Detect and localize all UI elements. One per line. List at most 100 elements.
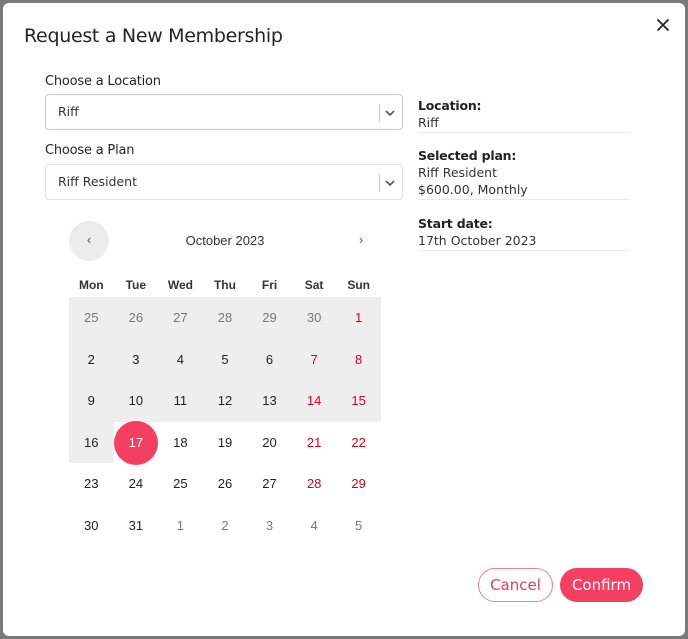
calendar-day-number: 29 bbox=[351, 476, 366, 491]
location-select[interactable]: Riff bbox=[45, 94, 403, 130]
calendar-day[interactable]: 23 bbox=[69, 463, 114, 505]
calendar-day[interactable]: 27 bbox=[158, 297, 203, 339]
calendar-day[interactable]: 12 bbox=[202, 380, 248, 422]
close-icon bbox=[657, 19, 669, 31]
modal-title: Request a New Membership bbox=[24, 25, 283, 47]
calendar-day-number: 21 bbox=[306, 434, 322, 450]
calendar-day[interactable]: 10 bbox=[113, 380, 159, 422]
calendar-day-number: 11 bbox=[173, 393, 188, 408]
weekday-label: Thu bbox=[213, 278, 236, 292]
calendar-day[interactable]: 16 bbox=[69, 421, 114, 463]
calendar-day[interactable]: 7 bbox=[291, 338, 337, 380]
calendar-day[interactable]: 15 bbox=[336, 380, 381, 422]
calendar-day[interactable]: 9 bbox=[69, 380, 114, 422]
calendar-month-label: October 2023 bbox=[185, 233, 265, 248]
calendar-day[interactable]: 2 bbox=[203, 505, 248, 547]
calendar-day[interactable]: 14 bbox=[291, 380, 337, 422]
cancel-button[interactable]: Cancel bbox=[478, 568, 553, 602]
calendar-day[interactable]: 27 bbox=[247, 463, 292, 505]
summary-start-date: Start date: 17th October 2023 bbox=[418, 216, 630, 251]
weekday-header: Mon Tue Wed Thu Fri Sat Sun bbox=[69, 273, 381, 297]
calendar-next-button[interactable]: › bbox=[341, 221, 381, 261]
calendar-day-number: 12 bbox=[217, 393, 233, 408]
calendar-day-number: 18 bbox=[173, 434, 188, 450]
calendar-day[interactable]: 19 bbox=[203, 422, 248, 464]
calendar-day-number: 6 bbox=[265, 351, 274, 367]
weekday-label: Wed bbox=[167, 278, 193, 292]
calendar-day[interactable]: 3 bbox=[113, 338, 159, 380]
calendar-day-number: 4 bbox=[310, 517, 318, 533]
calendar-day-number: 4 bbox=[176, 351, 185, 367]
plan-select[interactable]: Riff Resident bbox=[45, 164, 403, 200]
summary-plan-name: Riff Resident bbox=[418, 165, 497, 180]
calendar-day-number: 3 bbox=[132, 351, 140, 367]
calendar-day[interactable]: 22 bbox=[336, 422, 381, 464]
calendar-day-number: 9 bbox=[87, 393, 95, 408]
calendar-day-number: 19 bbox=[217, 434, 233, 450]
calendar-day[interactable]: 20 bbox=[247, 422, 292, 464]
calendar-day-number: 17 bbox=[128, 434, 144, 450]
location-label: Choose a Location bbox=[45, 74, 161, 89]
weekday-label: Sat bbox=[304, 278, 324, 292]
calendar-day[interactable]: 25 bbox=[158, 463, 203, 505]
calendar-day[interactable]: 5 bbox=[202, 338, 248, 380]
calendar-day-number: 23 bbox=[84, 476, 99, 491]
calendar-day-number: 2 bbox=[221, 517, 229, 533]
calendar-day[interactable]: 1 bbox=[158, 505, 203, 547]
calendar-day-number: 20 bbox=[262, 434, 277, 450]
calendar-day[interactable]: 28 bbox=[292, 463, 337, 505]
plan-select-value: Riff Resident bbox=[58, 174, 137, 189]
calendar-day-number: 25 bbox=[84, 310, 99, 325]
calendar-day-number: 27 bbox=[173, 310, 188, 325]
calendar-day-number: 31 bbox=[128, 517, 144, 533]
calendar-day[interactable]: 26 bbox=[203, 463, 248, 505]
chevron-down-icon bbox=[385, 180, 395, 187]
calendar-day[interactable]: 29 bbox=[247, 297, 292, 339]
calendar-day[interactable]: 29 bbox=[336, 463, 381, 505]
calendar-week: 30 31 1 2 3 4 5 bbox=[69, 505, 381, 547]
calendar-day[interactable]: 5 bbox=[336, 505, 381, 547]
divider bbox=[418, 199, 630, 200]
divider bbox=[418, 132, 630, 133]
calendar-day[interactable]: 31 bbox=[114, 505, 159, 547]
close-button[interactable] bbox=[653, 15, 673, 35]
calendar-day[interactable]: 30 bbox=[291, 297, 337, 339]
calendar-day-number: 29 bbox=[262, 310, 277, 325]
calendar-day[interactable]: 25 bbox=[69, 297, 114, 339]
summary-start-label: Start date: bbox=[418, 216, 493, 231]
summary-location-value: Riff bbox=[418, 115, 439, 130]
calendar-day[interactable]: 13 bbox=[247, 380, 292, 422]
calendar-day[interactable]: 3 bbox=[247, 505, 292, 547]
calendar-day[interactable]: 11 bbox=[158, 380, 203, 422]
select-separator bbox=[379, 104, 380, 122]
calendar-week: 16 17 18 19 20 21 22 bbox=[69, 420, 381, 464]
calendar-day[interactable]: 18 bbox=[158, 422, 203, 464]
calendar-day[interactable]: 28 bbox=[202, 297, 248, 339]
calendar-day[interactable]: 4 bbox=[292, 505, 337, 547]
calendar-day[interactable]: 6 bbox=[247, 338, 292, 380]
chevron-left-icon: ‹ bbox=[86, 232, 92, 247]
calendar-day-selected[interactable]: 17 bbox=[113, 420, 159, 464]
calendar-day-number: 24 bbox=[128, 476, 144, 491]
calendar-day-number: 5 bbox=[355, 517, 363, 533]
calendar-day[interactable]: 1 bbox=[336, 297, 381, 339]
calendar-day-number: 14 bbox=[306, 393, 322, 408]
calendar-day[interactable]: 4 bbox=[158, 338, 203, 380]
location-select-value: Riff bbox=[58, 104, 79, 119]
confirm-button[interactable]: Confirm bbox=[560, 568, 643, 602]
calendar-day[interactable]: 8 bbox=[336, 338, 381, 380]
calendar-day[interactable]: 30 bbox=[69, 505, 114, 547]
calendar-prev-button[interactable]: ‹ bbox=[69, 221, 109, 261]
calendar-day-number: 25 bbox=[173, 476, 188, 491]
calendar-day[interactable]: 24 bbox=[114, 463, 159, 505]
calendar-day-number: 3 bbox=[265, 517, 274, 533]
plan-label: Choose a Plan bbox=[45, 143, 135, 158]
calendar-day-number: 1 bbox=[355, 310, 363, 325]
calendar-week: 23 24 25 26 27 28 29 bbox=[69, 463, 381, 505]
calendar-day[interactable]: 21 bbox=[292, 422, 337, 464]
calendar-day[interactable]: 26 bbox=[113, 297, 159, 339]
calendar-week: 2 3 4 5 6 7 8 bbox=[69, 338, 381, 380]
calendar-day[interactable]: 2 bbox=[69, 338, 114, 380]
weekday-label: Fri bbox=[261, 278, 278, 292]
calendar-day-number: 16 bbox=[84, 434, 99, 450]
